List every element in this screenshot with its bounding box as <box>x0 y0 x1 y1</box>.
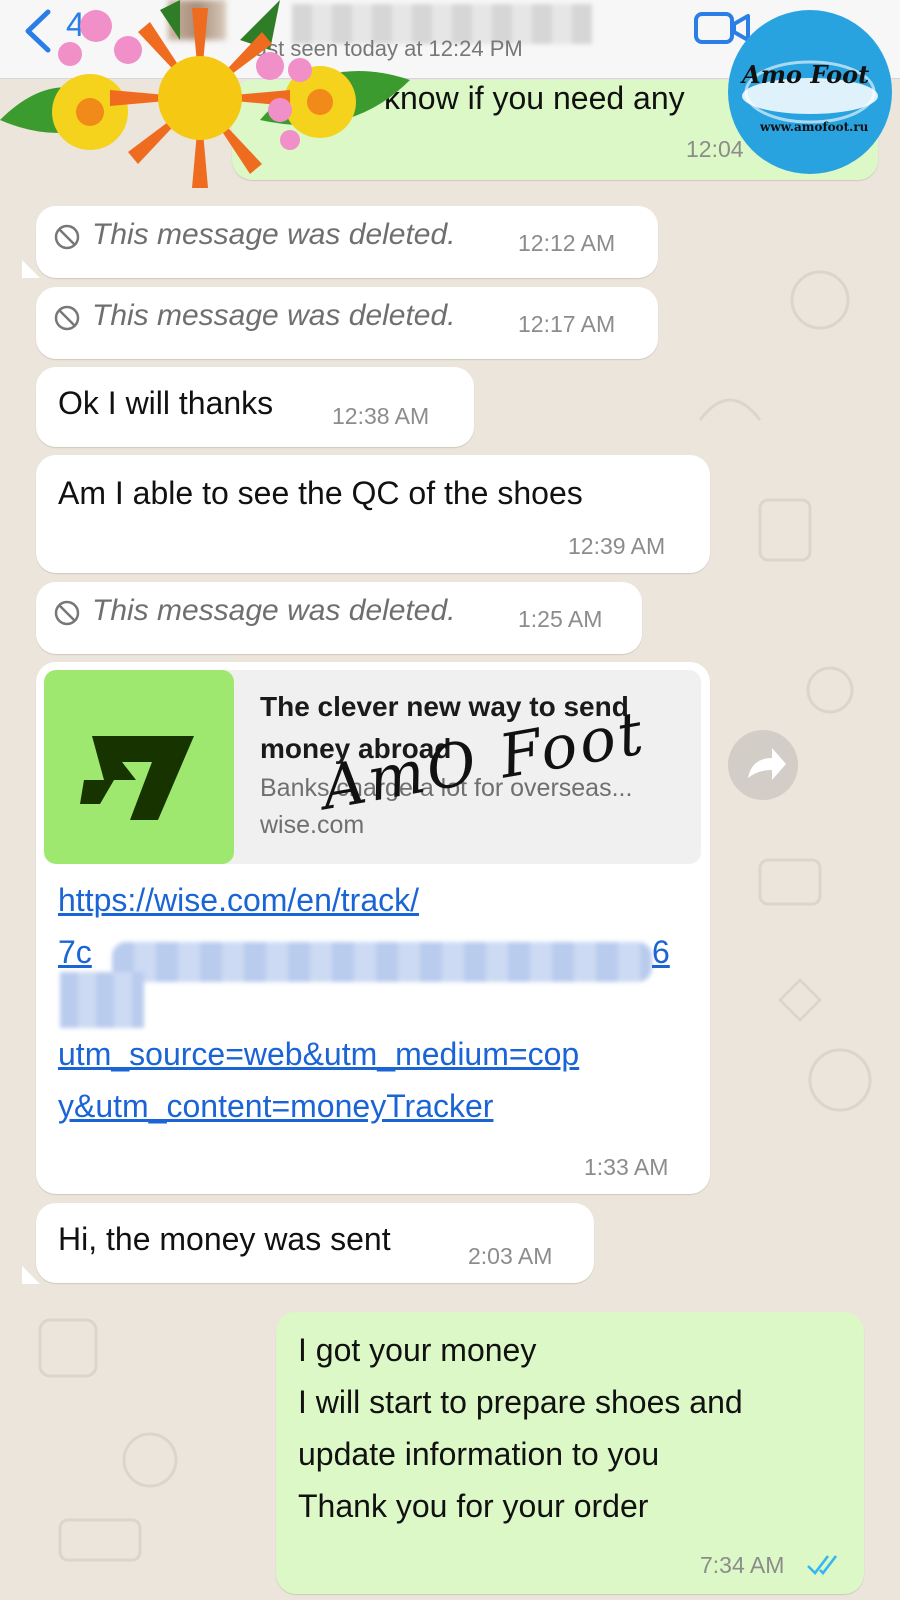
logo-url: www.amofoot.ru <box>760 120 869 134</box>
message-line: I will start to prepare shoes and <box>298 1384 743 1420</box>
message-time: 12:12 AM <box>518 230 616 256</box>
message-time: 7:34 AM <box>700 1552 785 1578</box>
bubble-tail <box>22 260 40 278</box>
brand-logo: Amo Foot www.amofoot.ru <box>728 10 892 174</box>
deleted-icon <box>54 305 80 331</box>
link-url[interactable]: 7c <box>58 934 92 971</box>
deleted-icon <box>54 224 80 250</box>
shoe-sole-icon <box>742 60 878 124</box>
message-bubble-incoming[interactable]: Am I able to see the QC of the shoes 12:… <box>36 455 710 573</box>
deleted-message-text: This message was deleted. <box>92 299 456 332</box>
link-url[interactable]: y&utm_content=moneyTracker <box>58 1088 493 1125</box>
deleted-message-text: This message was deleted. <box>92 218 456 251</box>
link-url[interactable]: https://wise.com/en/track/ <box>58 882 419 919</box>
wise-logo-thumbnail <box>44 670 234 864</box>
logo-text: Amo Foot <box>742 60 870 89</box>
forward-arrow-icon <box>748 748 786 780</box>
message-time: 1:33 AM <box>584 1154 669 1180</box>
message-time: 12:38 AM <box>332 403 430 429</box>
message-line: update information to you <box>298 1436 660 1472</box>
redacted-link-part <box>60 972 144 1028</box>
message-time: 2:03 AM <box>468 1243 553 1269</box>
message-bubble-incoming[interactable]: Hi, the money was sent 2:03 AM <box>36 1203 594 1283</box>
wise-logo-icon <box>80 736 194 820</box>
message-time: 12:17 AM <box>518 311 616 337</box>
message-time: 1:25 AM <box>518 606 603 632</box>
message-line: I got your money <box>298 1332 537 1368</box>
message-text: know if you need any <box>384 80 685 116</box>
message-text: Ok I will thanks <box>58 385 274 421</box>
deleted-icon <box>54 600 80 626</box>
link-url[interactable]: 6 <box>652 934 670 971</box>
flower-sticker <box>0 0 410 188</box>
link-url[interactable]: utm_source=web&utm_medium=cop <box>58 1036 579 1073</box>
message-line: Thank you for your order <box>298 1488 649 1524</box>
deleted-message-bubble[interactable]: This message was deleted. 1:25 AM <box>36 582 642 654</box>
deleted-message-bubble[interactable]: This message was deleted. 12:17 AM <box>36 287 658 359</box>
message-bubble-incoming[interactable]: Ok I will thanks 12:38 AM <box>36 367 474 447</box>
bubble-tail <box>22 1266 40 1284</box>
deleted-message-text: This message was deleted. <box>92 594 456 627</box>
forward-button[interactable] <box>728 730 798 800</box>
message-text: Hi, the money was sent <box>58 1221 391 1257</box>
message-time: 12:39 AM <box>568 533 666 559</box>
message-bubble-outgoing[interactable]: I got your money I will start to prepare… <box>276 1312 864 1594</box>
read-receipt-icon <box>807 1555 838 1575</box>
deleted-message-bubble[interactable]: This message was deleted. 12:12 AM <box>36 206 658 278</box>
redacted-link-part <box>112 942 652 982</box>
message-text: Am I able to see the QC of the shoes <box>58 475 583 511</box>
